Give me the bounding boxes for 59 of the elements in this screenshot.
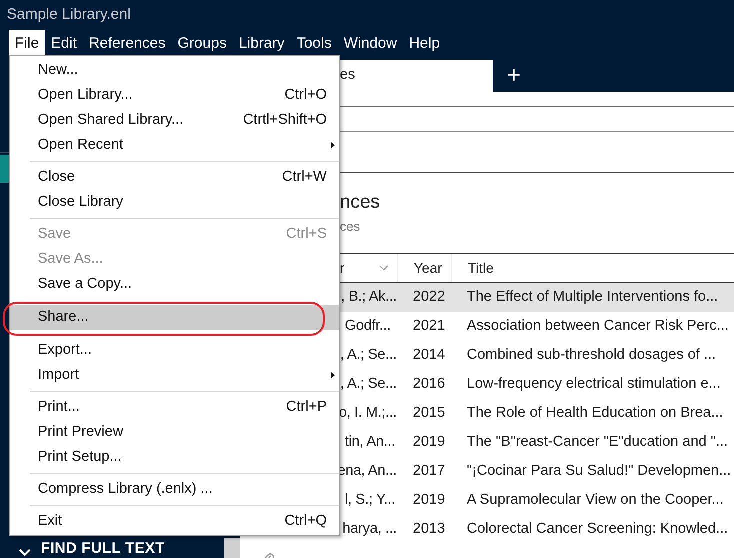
table-cell: 2014 — [413, 346, 446, 363]
menu-item[interactable]: Share... — [10, 305, 339, 330]
menu-bar-item[interactable]: Groups — [172, 30, 233, 58]
table-cell: 2021 — [413, 318, 446, 334]
table-cell: 2019 — [413, 434, 446, 450]
table-cell-text: l, S.; Y... — [345, 490, 396, 510]
table-cell: 2016 — [413, 376, 446, 392]
table-cell-text: tin, An... — [345, 432, 396, 452]
reference-count: ces — [340, 218, 360, 236]
table-cell-text: Godfr... — [345, 316, 391, 336]
table-cell-text: , A.; Se... — [340, 346, 397, 365]
menu-bar-item[interactable]: Tools — [290, 30, 338, 58]
table-cell: 2015 — [413, 404, 446, 421]
menu-item[interactable]: Import — [10, 363, 339, 388]
menu-item[interactable]: Open Shared Library... Ctrtl+Shift+O — [10, 108, 339, 133]
table-cell: The Role of Health Education on Brea... — [467, 404, 724, 421]
table-cell: 2019 — [413, 492, 446, 508]
table-cell: 2017 — [413, 462, 446, 479]
menu-bar-item[interactable]: Edit — [45, 30, 84, 58]
menu-item[interactable]: Open Recent — [10, 133, 339, 158]
table-cell-text: harya, ... — [342, 520, 397, 539]
library-tab[interactable]: es — [340, 60, 493, 92]
menu-item[interactable]: Close Library — [10, 190, 339, 215]
menu-item[interactable]: Open Library... Ctrl+O — [10, 83, 339, 108]
chevron-down-icon[interactable] — [19, 549, 31, 557]
table-cell: 2022 — [413, 288, 446, 305]
table-cell: 2013 — [413, 520, 446, 537]
section-header[interactable]: FIND FULL TEXT — [41, 541, 165, 557]
table-cell: The Effect of Multiple Interventions fo... — [467, 288, 718, 305]
table-cell-text: o, I. M.;... — [338, 404, 397, 423]
table-cell: Association between Cancer Risk Perc... — [467, 318, 729, 334]
menu-bar-item[interactable]: Window — [338, 30, 404, 58]
window-title: Sample Library.enl — [7, 4, 131, 25]
menu-item[interactable]: Print... Ctrl+P — [10, 395, 339, 420]
table-cell: Combined sub-threshold dosages of ... — [467, 346, 716, 363]
sort-chevron-icon[interactable] — [379, 265, 389, 271]
table-cell-text: , B.; Ak... — [341, 288, 397, 307]
table-cell: "¡Cocinar Para Su Salud!" Developmen... — [467, 462, 732, 479]
column-header[interactable]: r — [340, 258, 345, 278]
column-header[interactable]: Title — [468, 258, 494, 278]
menu-bar-item[interactable]: References — [83, 30, 172, 58]
library-heading: nces — [340, 191, 380, 215]
table-cell: Colorectal Cancer Screening: Knowled... — [467, 520, 728, 537]
menu-bar-item[interactable]: Help — [403, 30, 446, 58]
table-cell: The "B"reast-Cancer "E"ducation and "... — [467, 434, 728, 450]
table-cell-text: , A.; Se... — [340, 374, 397, 394]
column-header[interactable]: Year — [414, 258, 442, 278]
menu-item[interactable]: Close Ctrl+W — [10, 165, 339, 190]
menu-item[interactable]: New... — [10, 58, 339, 83]
new-tab-button[interactable]: + — [503, 64, 526, 88]
menu-item[interactable]: Print Preview — [10, 420, 339, 445]
menu-item[interactable]: Export... — [10, 338, 339, 363]
menu-bar-item[interactable]: Library — [232, 30, 291, 58]
scrollbar — [224, 538, 240, 558]
menu-item[interactable]: Print Setup... — [10, 445, 339, 470]
table-cell: A Supramolecular View on the Cooper... — [467, 492, 724, 508]
table-cell: Low-frequency electrical stimulation e... — [467, 376, 721, 392]
menu-item[interactable]: Compress Library (.enlx) ... — [10, 477, 339, 502]
menu-item[interactable]: Exit Ctrl+Q — [10, 509, 339, 534]
